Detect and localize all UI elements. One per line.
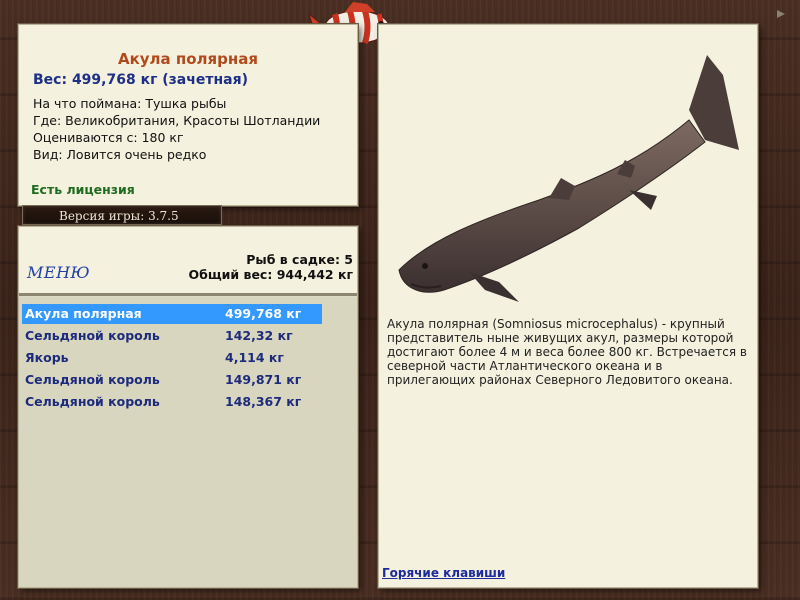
catch-row[interactable]: Акула полярная 499,768 кг — [22, 304, 322, 324]
cage-stats: Рыб в садке: 5 Общий вес: 944,442 кг — [189, 252, 354, 282]
fish-location: Где: Великобритания, Красоты Шотландии — [33, 113, 321, 128]
menu-button[interactable]: МЕНЮ — [27, 263, 90, 282]
catch-name: Акула полярная — [25, 306, 142, 321]
catch-row[interactable]: Сельдяной король 148,367 кг — [22, 392, 322, 412]
catch-list: Акула полярная 499,768 кг Сельдяной король… — [22, 304, 322, 414]
catch-weight: 142,32 кг — [225, 328, 293, 343]
greenland-shark-image — [398, 55, 739, 302]
catch-row[interactable]: Якорь 4,114 кг — [22, 348, 322, 368]
catch-weight: 4,114 кг — [225, 350, 284, 365]
catch-weight: 149,871 кг — [225, 372, 302, 387]
catch-row[interactable]: Сельдяной король 142,32 кг — [22, 326, 322, 346]
fish-description: Акула полярная (Somniosus microcephalus)… — [387, 317, 747, 387]
catch-list-panel: МЕНЮ Рыб в садке: 5 Общий вес: 944,442 к… — [18, 226, 358, 588]
arrow-icon[interactable] — [775, 8, 787, 20]
license-status: Есть лицензия — [31, 182, 135, 197]
catch-name: Сельдяной король — [25, 328, 160, 343]
catch-weight: 499,768 кг — [225, 306, 302, 321]
fish-title: Акула полярная — [117, 50, 259, 68]
catch-name: Сельдяной король — [25, 394, 160, 409]
fish-detail-panel: Акула полярная (Somniosus microcephalus)… — [378, 24, 758, 588]
catch-name: Якорь — [25, 350, 69, 365]
fish-weight: Вес: 499,768 кг (зачетная) — [33, 72, 248, 88]
game-version: Версия игры: 3.7.5 — [22, 205, 222, 225]
fish-bait: На что поймана: Тушка рыбы — [33, 96, 227, 111]
fish-info-panel: Акула полярная Вес: 499,768 кг (зачетная… — [18, 24, 358, 206]
catch-weight: 148,367 кг — [225, 394, 302, 409]
catch-name: Сельдяной король — [25, 372, 160, 387]
fish-details: На что поймана: Тушка рыбы Где: Великобр… — [33, 95, 320, 163]
cage-count: Рыб в садке: 5 — [246, 252, 353, 267]
catch-row[interactable]: Сельдяной король 149,871 кг — [22, 370, 322, 390]
list-divider — [19, 293, 357, 296]
hotkeys-link[interactable]: Горячие клавиши — [382, 566, 505, 580]
fish-rarity: Вид: Ловится очень редко — [33, 147, 207, 162]
cage-total-weight: Общий вес: 944,442 кг — [188, 267, 354, 282]
fish-valued: Оцениваются с: 180 кг — [33, 130, 184, 145]
